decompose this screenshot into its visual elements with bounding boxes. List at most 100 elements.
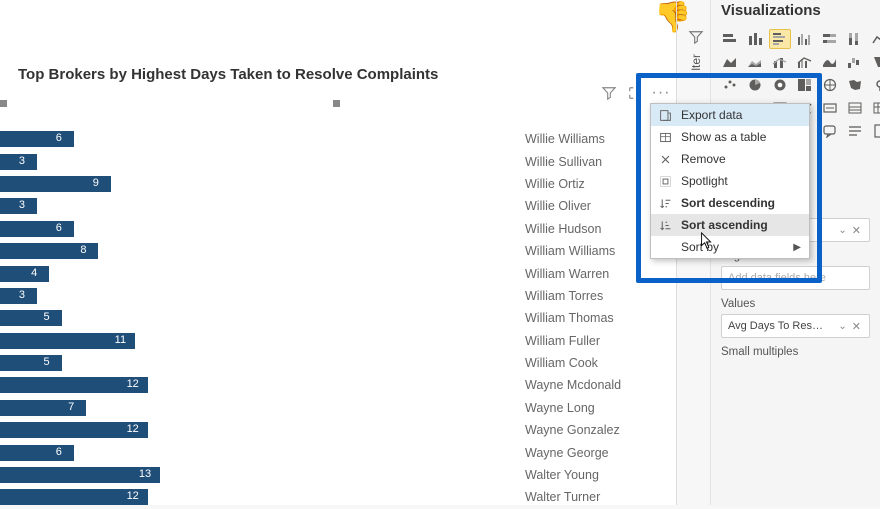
map-viz-icon[interactable] bbox=[819, 75, 841, 95]
context-menu-item[interactable]: Sort by▶ bbox=[651, 236, 809, 258]
values-field-well[interactable]: Avg Days To Resolve Co ⌄ ✕ bbox=[721, 314, 870, 338]
context-menu-label: Show as a table bbox=[681, 130, 766, 144]
ribbon-viz-icon[interactable] bbox=[819, 52, 841, 72]
donut-viz-icon[interactable] bbox=[769, 75, 791, 95]
bar[interactable]: 6 bbox=[0, 445, 74, 461]
context-menu-label: Sort by bbox=[681, 240, 719, 254]
bar-row: 11 bbox=[0, 330, 500, 352]
bar[interactable]: 7 bbox=[0, 400, 86, 416]
context-menu-item[interactable]: Spotlight bbox=[651, 170, 809, 192]
bar[interactable]: 3 bbox=[0, 198, 37, 214]
context-menu-item[interactable]: Show as a table bbox=[651, 126, 809, 148]
context-menu-item[interactable]: Remove bbox=[651, 148, 809, 170]
table-viz-icon[interactable] bbox=[844, 98, 866, 118]
line-viz-icon[interactable] bbox=[869, 29, 880, 49]
narrative-viz-icon[interactable] bbox=[844, 121, 866, 141]
matrix-viz-icon[interactable] bbox=[869, 98, 880, 118]
line-clustered-column-viz-icon[interactable] bbox=[794, 52, 816, 72]
category-label: Wayne George bbox=[525, 441, 665, 463]
resize-handle[interactable] bbox=[333, 100, 340, 107]
chart-visual[interactable]: 👎 Top Brokers by Highest Days Taken to R… bbox=[0, 0, 676, 505]
bar[interactable]: 4 bbox=[0, 266, 49, 282]
context-menu-item[interactable]: Export data bbox=[651, 104, 809, 126]
bar-value-label: 11 bbox=[111, 334, 129, 346]
values-label: Values bbox=[721, 298, 870, 310]
bar[interactable]: 6 bbox=[0, 221, 74, 237]
bar[interactable]: 5 bbox=[0, 310, 62, 326]
category-label: Willie Ortiz bbox=[525, 173, 665, 195]
bar-row: 5 bbox=[0, 352, 500, 374]
bar[interactable]: 12 bbox=[0, 377, 148, 393]
waterfall-viz-icon[interactable] bbox=[844, 52, 866, 72]
filled-map-viz-icon[interactable] bbox=[844, 75, 866, 95]
chart-category-labels: Willie WilliamsWillie SullivanWillie Ort… bbox=[525, 128, 665, 509]
resize-handle[interactable] bbox=[0, 100, 7, 107]
chevron-down-icon[interactable]: ⌄ bbox=[835, 321, 849, 332]
line-stacked-column-viz-icon[interactable] bbox=[769, 52, 791, 72]
bar-row: 3 bbox=[0, 195, 500, 217]
slicer-viz-icon[interactable] bbox=[819, 98, 841, 118]
bar-value-label: 13 bbox=[136, 468, 154, 480]
values-section: Values Avg Days To Resolve Co ⌄ ✕ bbox=[711, 292, 880, 340]
remove-field-icon[interactable]: ✕ bbox=[850, 224, 863, 237]
bar[interactable]: 8 bbox=[0, 243, 98, 259]
category-label: William Warren bbox=[525, 262, 665, 284]
pie-viz-icon[interactable] bbox=[744, 75, 766, 95]
context-menu-item[interactable]: Sort descending bbox=[651, 192, 809, 214]
small-multiples-label: Small multiples bbox=[721, 346, 870, 358]
stacked-area-viz-icon[interactable] bbox=[744, 52, 766, 72]
bar[interactable]: 12 bbox=[0, 422, 148, 438]
export-icon bbox=[657, 109, 673, 122]
context-menu-label: Export data bbox=[681, 108, 742, 122]
bar-row: 12 bbox=[0, 486, 500, 508]
qa-viz-icon[interactable] bbox=[819, 121, 841, 141]
category-label: Walter Young bbox=[525, 464, 665, 486]
bar-value-label: 3 bbox=[13, 289, 31, 301]
stacked-column-viz-icon[interactable] bbox=[744, 29, 766, 49]
chart-bars: 6 3 9 3 6 8 4 3 5 11 5 12 7 12 6 13 12 bbox=[0, 128, 500, 509]
category-label: William Fuller bbox=[525, 330, 665, 352]
bar-value-label: 9 bbox=[87, 177, 105, 189]
bar[interactable]: 6 bbox=[0, 131, 74, 147]
bar-row: 3 bbox=[0, 285, 500, 307]
bar-row: 5 bbox=[0, 307, 500, 329]
bar-value-label: 12 bbox=[124, 378, 142, 390]
bar-row: 13 bbox=[0, 464, 500, 486]
sort-desc-icon bbox=[657, 197, 673, 210]
category-label: Willie Williams bbox=[525, 128, 665, 150]
scatter-viz-icon[interactable] bbox=[719, 75, 741, 95]
bar-value-label: 6 bbox=[50, 132, 68, 144]
azure-map-viz-icon[interactable] bbox=[869, 75, 880, 95]
bar-value-label: 6 bbox=[50, 222, 68, 234]
bar[interactable]: 13 bbox=[0, 467, 160, 483]
bar[interactable]: 3 bbox=[0, 154, 37, 170]
remove-field-icon[interactable]: ✕ bbox=[850, 320, 863, 333]
bar[interactable]: 11 bbox=[0, 333, 135, 349]
legend-field-well[interactable]: Add data fields here bbox=[721, 266, 870, 290]
stacked-bar-viz-icon[interactable] bbox=[719, 29, 741, 49]
bar[interactable]: 5 bbox=[0, 355, 62, 371]
context-menu-label: Spotlight bbox=[681, 174, 728, 188]
bar[interactable]: 9 bbox=[0, 176, 111, 192]
filters-collapsed-tab[interactable]: lter bbox=[685, 30, 707, 100]
category-label: William Torres bbox=[525, 285, 665, 307]
100-stacked-column-viz-icon[interactable] bbox=[844, 29, 866, 49]
bar-value-label: 7 bbox=[62, 401, 80, 413]
category-label: Walter Turner bbox=[525, 486, 665, 508]
clustered-bar-viz-icon[interactable] bbox=[769, 29, 791, 49]
paginated-viz-icon[interactable] bbox=[869, 121, 880, 141]
bar-row: 6 bbox=[0, 218, 500, 240]
bar[interactable]: 3 bbox=[0, 288, 37, 304]
clustered-column-viz-icon[interactable] bbox=[794, 29, 816, 49]
category-label: Wayne Mcdonald bbox=[525, 374, 665, 396]
100-stacked-bar-viz-icon[interactable] bbox=[819, 29, 841, 49]
bar-value-label: 3 bbox=[13, 155, 31, 167]
resize-handles bbox=[0, 100, 676, 108]
bar[interactable]: 12 bbox=[0, 489, 148, 505]
area-viz-icon[interactable] bbox=[719, 52, 741, 72]
treemap-viz-icon[interactable] bbox=[794, 75, 816, 95]
bar-value-label: 12 bbox=[124, 423, 142, 435]
context-menu-item[interactable]: Sort ascending bbox=[651, 214, 809, 236]
funnel-viz-icon[interactable] bbox=[869, 52, 880, 72]
chevron-down-icon[interactable]: ⌄ bbox=[835, 225, 849, 236]
